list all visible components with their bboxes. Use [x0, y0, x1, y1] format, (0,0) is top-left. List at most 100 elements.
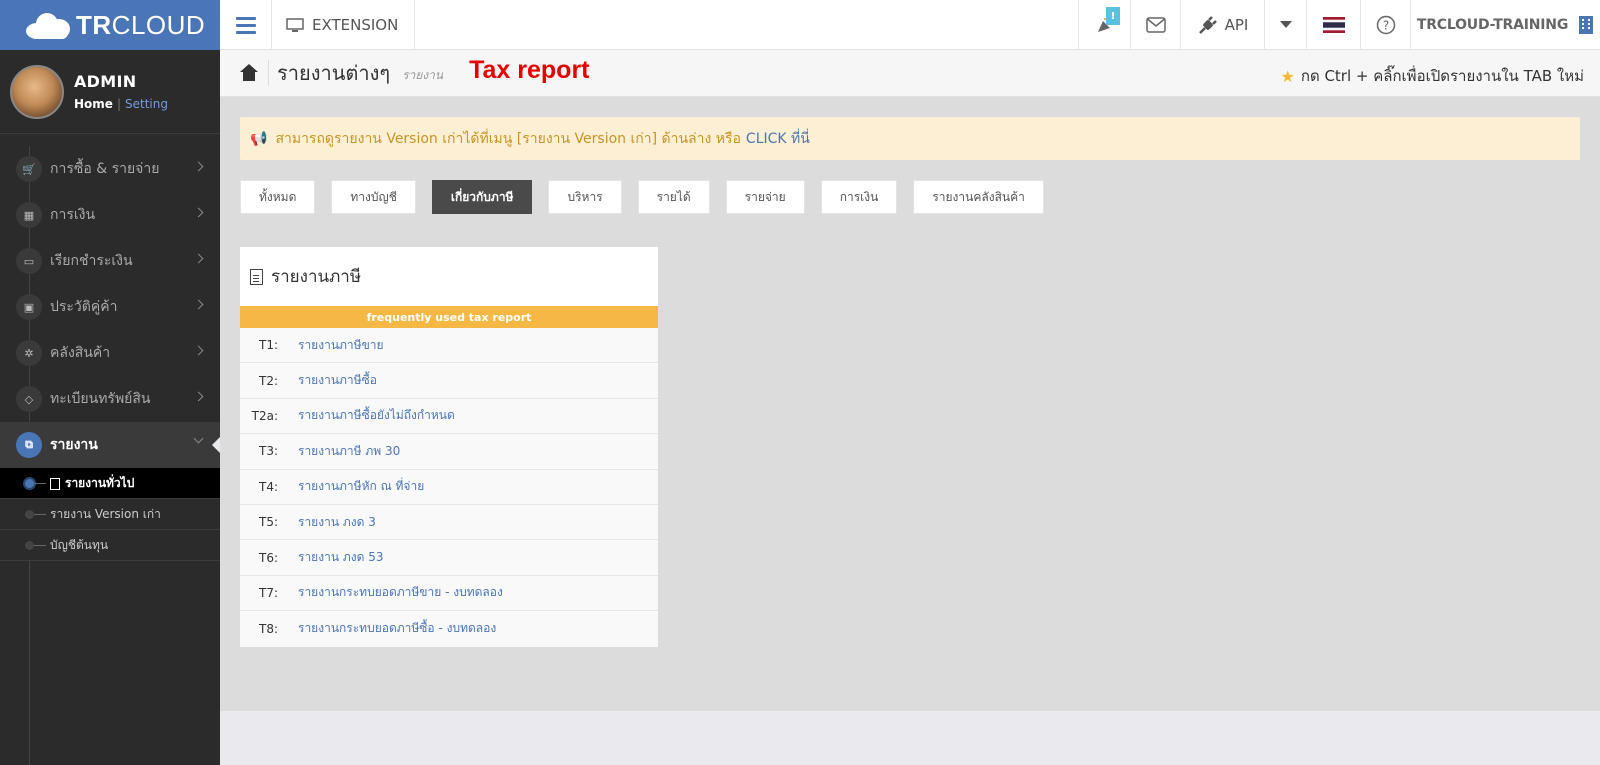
megaphone-icon: 📢: [250, 130, 268, 147]
hint-text: กด Ctrl + คลิ๊กเพื่อเปิดรายงานใน TAB ใหม…: [1300, 67, 1584, 85]
notice-link[interactable]: CLICK ที่นี่: [746, 128, 810, 150]
report-link[interactable]: รายงานภาษีหัก ณ ที่จ่าย: [298, 477, 424, 496]
report-link[interactable]: รายงาน ภงด 53: [298, 548, 383, 567]
page-header: รายงานต่างๆ รายงาน Tax report ★ กด Ctrl …: [220, 50, 1600, 97]
sidebar-item-purchase[interactable]: 🛒 การซื้อ & รายจ่าย: [0, 146, 220, 192]
contact-card-icon: ▣: [16, 294, 42, 320]
hamburger-line: [235, 23, 256, 27]
company-button[interactable]: TRCLOUD-TRAINING: [1410, 0, 1600, 50]
report-link[interactable]: รายงานกระทบยอดภาษีขาย - งบทดลอง: [298, 583, 503, 602]
tab-management[interactable]: บริหาร: [548, 180, 622, 214]
sidebar-item-assets[interactable]: ◇ ทะเบียนทรัพย์สิน: [0, 376, 220, 422]
report-link[interactable]: รายงานภาษีซื้อ: [298, 371, 377, 390]
tab-all[interactable]: ทั้งหมด: [240, 180, 316, 214]
brand-name-light: CLOUD: [111, 9, 206, 40]
star-icon: ★: [1280, 66, 1295, 86]
new-tab-hint: ★ กด Ctrl + คลิ๊กเพื่อเปิดรายงานใน TAB ใ…: [1281, 64, 1584, 88]
sidebar-item-label: ทะเบียนทรัพย์สิน: [50, 391, 151, 407]
sidebar-item-label: เรียกชำระเงิน: [50, 253, 133, 269]
sidebar-item-finance[interactable]: ▦ การเงิน: [0, 192, 220, 238]
monitor-icon: [286, 17, 304, 32]
sidebar-subitem-old-version[interactable]: รายงาน Version เก่า: [0, 499, 220, 530]
report-link[interactable]: รายงานภาษีขาย: [298, 336, 384, 355]
cart-icon: 🛒: [16, 156, 42, 182]
sidebar-item-label: คลังสินค้า: [50, 345, 111, 361]
notice-text: สามารถดูรายงาน Version เก่าได้ที่เมนู [ร…: [275, 130, 741, 147]
api-label: API: [1224, 16, 1249, 34]
help-icon: ?: [1376, 15, 1395, 35]
main-content: รายงานต่างๆ รายงาน Tax report ★ กด Ctrl …: [220, 50, 1600, 765]
extension-label: EXTENSION: [312, 16, 399, 34]
notification-badge: !: [1106, 7, 1120, 25]
report-code: T1:: [258, 338, 278, 353]
tab-expense[interactable]: รายจ่าย: [725, 180, 805, 214]
hamburger-line: [235, 30, 256, 34]
sidebar-item-label: ประวัติคู่ค้า: [50, 299, 118, 315]
timeline-dot: [25, 510, 34, 519]
tab-accounting[interactable]: ทางบัญชี: [331, 180, 416, 214]
timeline-dot: [25, 541, 34, 550]
timeline-dash: [34, 514, 46, 515]
plug-icon: [1198, 16, 1217, 34]
report-row: T1: รายงานภาษีขาย: [240, 328, 658, 364]
sidebar-subitem-general-reports[interactable]: รายงานทั่วไป: [0, 468, 220, 499]
brand-logo[interactable]: TRCLOUD: [0, 0, 220, 50]
copy-icon: ⧉: [16, 432, 42, 458]
sidebar: ADMIN Home | Setting 🛒 การซื้อ & รายจ่าย ▦…: [0, 50, 220, 765]
report-code: T6:: [258, 550, 278, 565]
tab-inventory-reports[interactable]: รายงานคลังสินค้า: [913, 180, 1044, 214]
help-button[interactable]: ?: [1360, 0, 1410, 50]
report-code: T4:: [258, 479, 278, 494]
extension-button[interactable]: EXTENSION: [272, 0, 416, 50]
chevron-right-icon: [193, 299, 204, 310]
sidebar-item-inventory[interactable]: ✲ คลังสินค้า: [0, 330, 220, 376]
chevron-right-icon: [193, 207, 204, 218]
top-bar: TRCLOUD EXTENSION ! API ? TRCLOUD-TRAINI…: [0, 0, 1600, 50]
dropdown-button[interactable]: [1264, 0, 1306, 50]
tax-report-card: รายงานภาษี frequently used tax report T1…: [240, 247, 658, 647]
tab-income[interactable]: รายได้: [637, 180, 710, 214]
card-band-label: frequently used tax report: [240, 306, 658, 328]
calendar-icon: ▦: [16, 202, 42, 228]
report-row: T2: รายงานภาษีซื้อ: [240, 363, 658, 399]
diamond-icon: ◇: [16, 386, 42, 412]
avatar[interactable]: [10, 64, 64, 119]
link-separator: |: [116, 97, 121, 111]
user-profile: ADMIN Home | Setting: [0, 50, 220, 134]
sidebar-item-reports[interactable]: ⧉ รายงาน: [0, 422, 220, 468]
sidebar-subitem-label: รายงานทั่วไป: [65, 475, 135, 490]
home-icon[interactable]: [240, 64, 258, 82]
sidebar-subitem-cost-accounting[interactable]: บัญชีต้นทุน: [0, 530, 220, 561]
report-code: T2a:: [251, 408, 278, 423]
notice-banner: 📢 สามารถดูรายงาน Version เก่าได้ที่เมนู …: [240, 117, 1580, 160]
api-button[interactable]: API: [1180, 0, 1264, 50]
report-link[interactable]: รายงาน ภงด 3: [298, 513, 376, 532]
report-link[interactable]: รายงานภาษีซื้อยังไม่ถึงกำหนด: [298, 406, 455, 425]
language-button[interactable]: [1306, 0, 1360, 50]
menu-toggle-button[interactable]: [220, 0, 272, 50]
setting-link[interactable]: Setting: [125, 97, 168, 111]
brand-name-bold: TR: [76, 9, 112, 40]
report-link[interactable]: รายงานกระทบยอดภาษีซื้อ - งบทดลอง: [298, 619, 496, 638]
tab-finance[interactable]: การเงิน: [820, 180, 898, 214]
document-icon: [250, 268, 263, 285]
credit-card-icon: ▭: [16, 248, 42, 274]
sidebar-item-label: การซื้อ & รายจ่าย: [50, 161, 160, 177]
sidebar-item-billing[interactable]: ▭ เรียกชำระเงิน: [0, 238, 220, 284]
chevron-right-icon: [193, 253, 204, 264]
report-link[interactable]: รายงานภาษี ภพ 30: [298, 442, 400, 461]
company-name: TRCLOUD-TRAINING: [1416, 17, 1569, 33]
breadcrumb: รายงาน: [402, 67, 444, 82]
profile-name: ADMIN: [74, 72, 137, 91]
annotation-label: Tax report: [469, 56, 590, 84]
sidebar-item-contacts[interactable]: ▣ ประวัติคู่ค้า: [0, 284, 220, 330]
report-row: T3: รายงานภาษี ภพ 30: [240, 434, 658, 470]
tab-tax[interactable]: เกี่ยวกับภาษี: [431, 180, 533, 214]
brand-name: TRCLOUD: [76, 10, 205, 41]
home-link[interactable]: Home: [74, 97, 113, 111]
report-code: T5:: [258, 515, 278, 530]
caret-down-icon: [1279, 21, 1292, 28]
mail-button[interactable]: [1130, 0, 1180, 50]
hamburger-icon: [235, 16, 256, 20]
notification-button[interactable]: !: [1078, 0, 1130, 50]
